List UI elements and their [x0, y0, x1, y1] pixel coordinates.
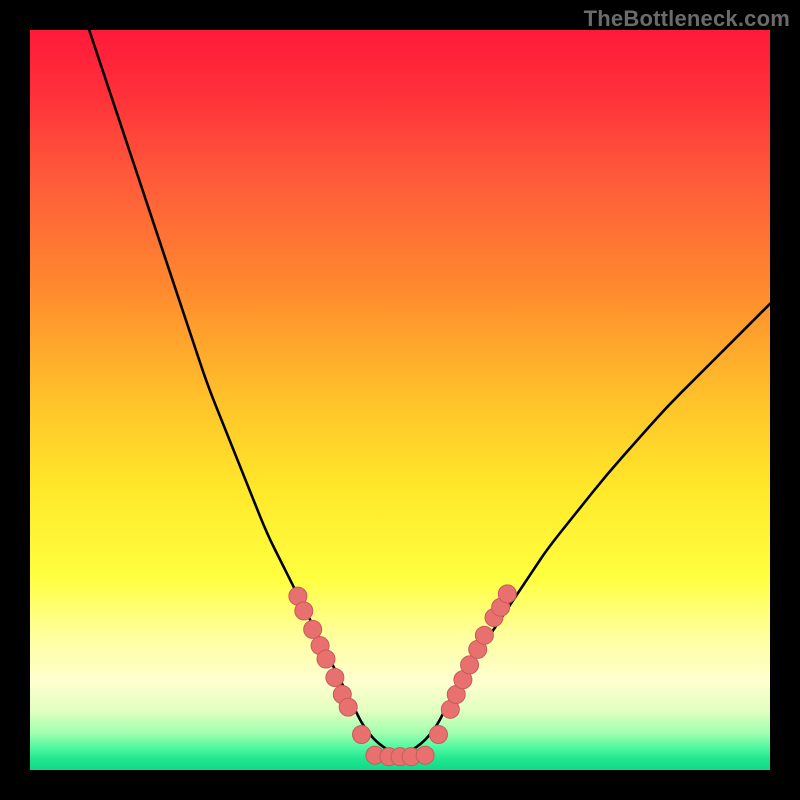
chart-dot — [475, 626, 493, 644]
chart-dot — [326, 669, 344, 687]
chart-dot — [429, 725, 447, 743]
chart-dots-group — [289, 585, 516, 766]
bottleneck-curve — [89, 30, 770, 754]
watermark-label: TheBottleneck.com — [584, 6, 790, 32]
chart-dot — [295, 602, 313, 620]
chart-dot — [353, 725, 371, 743]
chart-svg — [30, 30, 770, 770]
chart-dot — [498, 585, 516, 603]
chart-dot — [304, 620, 322, 638]
chart-dot — [339, 698, 357, 716]
chart-dot — [416, 746, 434, 764]
chart-dot — [317, 650, 335, 668]
